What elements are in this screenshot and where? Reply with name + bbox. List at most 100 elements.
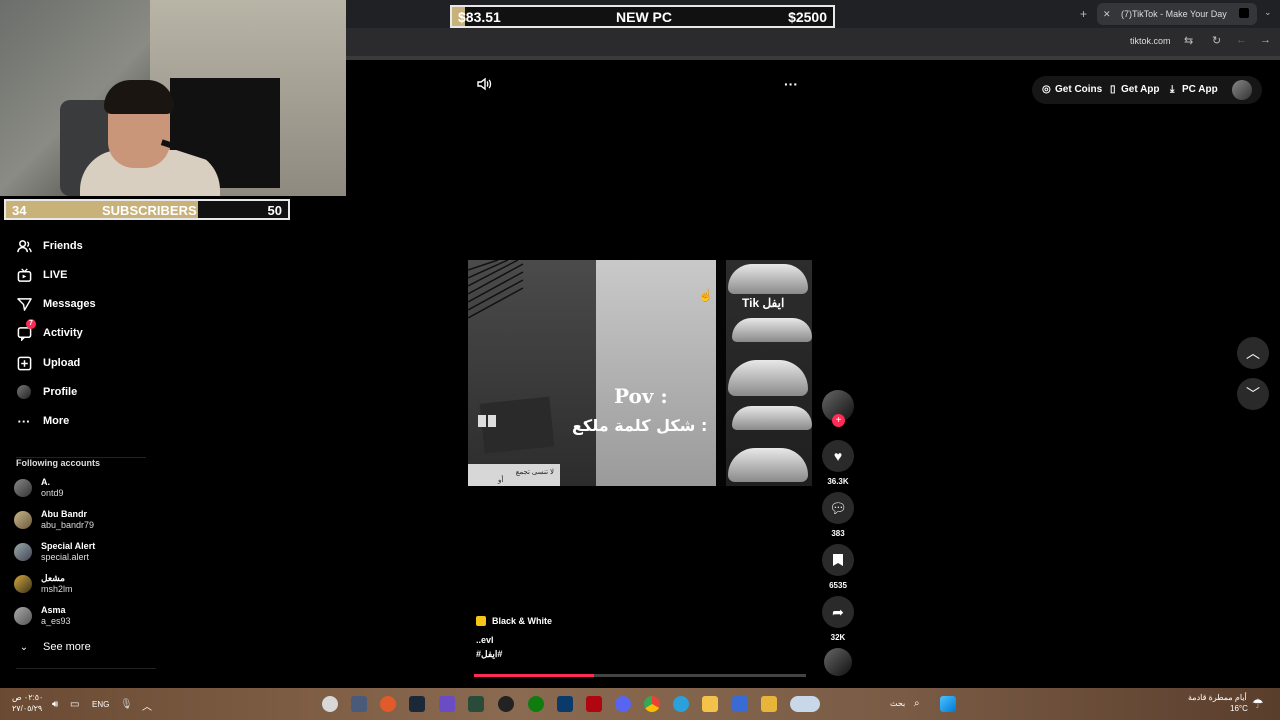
app-icon[interactable] bbox=[557, 696, 573, 712]
caption-text: ..evl bbox=[476, 635, 494, 645]
taskbar: ٠٢:٥٠ ص ٢٧/٠٥/٢٩ 🔊︎ ▭ ENG 🎙︎ ︿ بحث ⌕ أيا… bbox=[0, 688, 1280, 720]
volume-icon[interactable] bbox=[476, 76, 492, 97]
monitor-tray-icon[interactable]: ▭ bbox=[70, 699, 79, 710]
see-more-link[interactable]: ⌄ See more bbox=[16, 636, 91, 658]
activity-badge: 7 bbox=[26, 319, 36, 329]
app-icon[interactable] bbox=[439, 696, 455, 712]
search-label[interactable]: بحث bbox=[890, 699, 905, 708]
close-tab-icon[interactable]: ✕ bbox=[1103, 9, 1111, 20]
follow-plus-icon[interactable]: + bbox=[832, 414, 845, 427]
save-count: 6535 bbox=[829, 581, 847, 590]
discord-icon[interactable] bbox=[615, 696, 631, 712]
more-options-icon[interactable]: ··· bbox=[784, 76, 798, 92]
sidebar-item-upload[interactable]: Upload bbox=[16, 352, 80, 374]
tray-expand-icon[interactable]: ︿ bbox=[142, 698, 152, 713]
following-account[interactable]: Asma a_es93 bbox=[14, 602, 71, 630]
subscribers-current: 34 bbox=[12, 203, 27, 218]
video-watermark: Tik ايفل bbox=[742, 296, 785, 310]
hashtag-link[interactable]: #ايفل# bbox=[476, 649, 806, 660]
like-button[interactable]: ♥ 36.3K bbox=[822, 440, 854, 486]
sidebar-item-label: Messages bbox=[43, 298, 96, 310]
like-count: 36.3K bbox=[827, 477, 849, 486]
heart-icon: ♥ bbox=[822, 440, 854, 472]
messages-icon bbox=[16, 296, 32, 312]
new-tab-icon[interactable]: + bbox=[1080, 7, 1087, 21]
music-title: Black & White bbox=[492, 616, 553, 626]
next-video-button[interactable]: ﹀ bbox=[1237, 378, 1269, 410]
video-player[interactable]: لا تنسى تجمع أو Pov : شكل كلمة ملكع : Ti… bbox=[468, 260, 812, 486]
following-account[interactable]: مشعل msh2lm bbox=[14, 570, 73, 598]
live-icon bbox=[16, 267, 32, 283]
url-text[interactable]: tiktok.com bbox=[1130, 36, 1171, 46]
chrome-icon[interactable] bbox=[644, 696, 660, 712]
pc-app-button[interactable]: PC App bbox=[1182, 84, 1218, 95]
video-progress-bar[interactable] bbox=[474, 674, 806, 677]
steam-icon[interactable] bbox=[409, 696, 425, 712]
mic-tray-icon[interactable]: 🎙︎ bbox=[120, 699, 133, 710]
see-more-label: See more bbox=[43, 641, 91, 653]
browser-tab[interactable]: ✕ (7)TikTok - Make Your Day bbox=[1097, 3, 1257, 25]
app-icon[interactable] bbox=[732, 696, 748, 712]
app-icon[interactable] bbox=[498, 696, 514, 712]
sidebar-item-live[interactable]: LIVE bbox=[16, 264, 67, 286]
telegram-icon[interactable] bbox=[673, 696, 689, 712]
more-icon: ··· bbox=[17, 413, 31, 429]
windows-start-icon[interactable] bbox=[940, 696, 956, 712]
tab-title: (7)TikTok - Make Your Day bbox=[1121, 9, 1227, 19]
xbox-icon[interactable] bbox=[528, 696, 544, 712]
sidebar-item-label: Profile bbox=[43, 386, 78, 398]
account-name: Asma bbox=[41, 605, 66, 615]
site-settings-icon[interactable]: ⇆ bbox=[1184, 34, 1193, 47]
back-icon[interactable]: → bbox=[1260, 34, 1271, 46]
subscribers-label: SUBSCRIBERS bbox=[102, 203, 197, 218]
sidebar: Friends LIVE Messages 7 Activity Upload … bbox=[0, 220, 160, 688]
weather-widget-icon[interactable] bbox=[790, 696, 820, 712]
following-account[interactable]: A. ontd9 bbox=[14, 474, 64, 502]
save-button[interactable]: 6535 bbox=[822, 544, 854, 590]
music-icon bbox=[476, 616, 486, 626]
forward-icon[interactable]: ← bbox=[1236, 34, 1247, 46]
sidebar-item-messages[interactable]: Messages bbox=[16, 293, 96, 315]
bookmark-icon bbox=[822, 544, 854, 576]
previous-video-button[interactable]: ︿ bbox=[1237, 337, 1269, 369]
top-actions: ◎ Get Coins ▯ Get App ⤓ PC App bbox=[1032, 76, 1262, 104]
avatar bbox=[14, 543, 32, 561]
music-disc[interactable] bbox=[822, 648, 854, 676]
following-header: Following accounts bbox=[16, 458, 101, 468]
music-tag[interactable]: Black & White bbox=[476, 616, 806, 626]
netflix-icon[interactable] bbox=[586, 696, 602, 712]
video-caption-strip: لا تنسى تجمع أو bbox=[468, 464, 560, 486]
volume-tray-icon[interactable]: 🔊︎ bbox=[52, 699, 58, 710]
share-button[interactable]: ➦ 32K bbox=[822, 596, 854, 642]
store-icon[interactable] bbox=[702, 696, 718, 712]
cursor-hand-icon: ☝ bbox=[698, 288, 713, 302]
following-account[interactable]: Abu Bandr abu_bandr79 bbox=[14, 506, 94, 534]
browser-app-icon[interactable] bbox=[380, 696, 396, 712]
sidebar-item-more[interactable]: ··· More bbox=[16, 410, 70, 432]
download-icon: ⤓ bbox=[1170, 84, 1175, 95]
sidebar-item-profile[interactable]: Profile bbox=[16, 381, 77, 403]
chevron-down-icon[interactable]: ⌄ bbox=[1264, 7, 1272, 18]
subscribers-goal-bar: 34 SUBSCRIBERS 50 bbox=[4, 199, 290, 220]
sidebar-item-activity[interactable]: 7 Activity bbox=[16, 319, 83, 344]
user-avatar[interactable] bbox=[1232, 80, 1252, 100]
folder-icon[interactable] bbox=[761, 696, 777, 712]
app-icon[interactable] bbox=[351, 696, 367, 712]
following-account[interactable]: Special Alert special.alert bbox=[14, 538, 95, 566]
get-app-button[interactable]: Get App bbox=[1121, 84, 1160, 95]
chevron-down-icon: ⌄ bbox=[19, 641, 29, 653]
coin-icon: ◎ bbox=[1042, 84, 1051, 95]
excel-icon[interactable] bbox=[468, 696, 484, 712]
search-icon[interactable]: ⌕ bbox=[914, 698, 920, 709]
comment-button[interactable]: 💬︎ 383 bbox=[822, 492, 854, 538]
profile-icon bbox=[16, 384, 32, 400]
sidebar-item-label: Activity bbox=[43, 327, 83, 339]
upload-icon bbox=[16, 355, 32, 371]
language-indicator[interactable]: ENG bbox=[92, 700, 109, 709]
reload-icon[interactable]: ↻ bbox=[1212, 34, 1221, 47]
settings-icon[interactable] bbox=[322, 696, 338, 712]
avatar bbox=[14, 575, 32, 593]
sidebar-item-friends[interactable]: Friends bbox=[16, 235, 83, 257]
creator-avatar[interactable]: + bbox=[822, 390, 854, 427]
get-coins-button[interactable]: Get Coins bbox=[1055, 84, 1102, 95]
